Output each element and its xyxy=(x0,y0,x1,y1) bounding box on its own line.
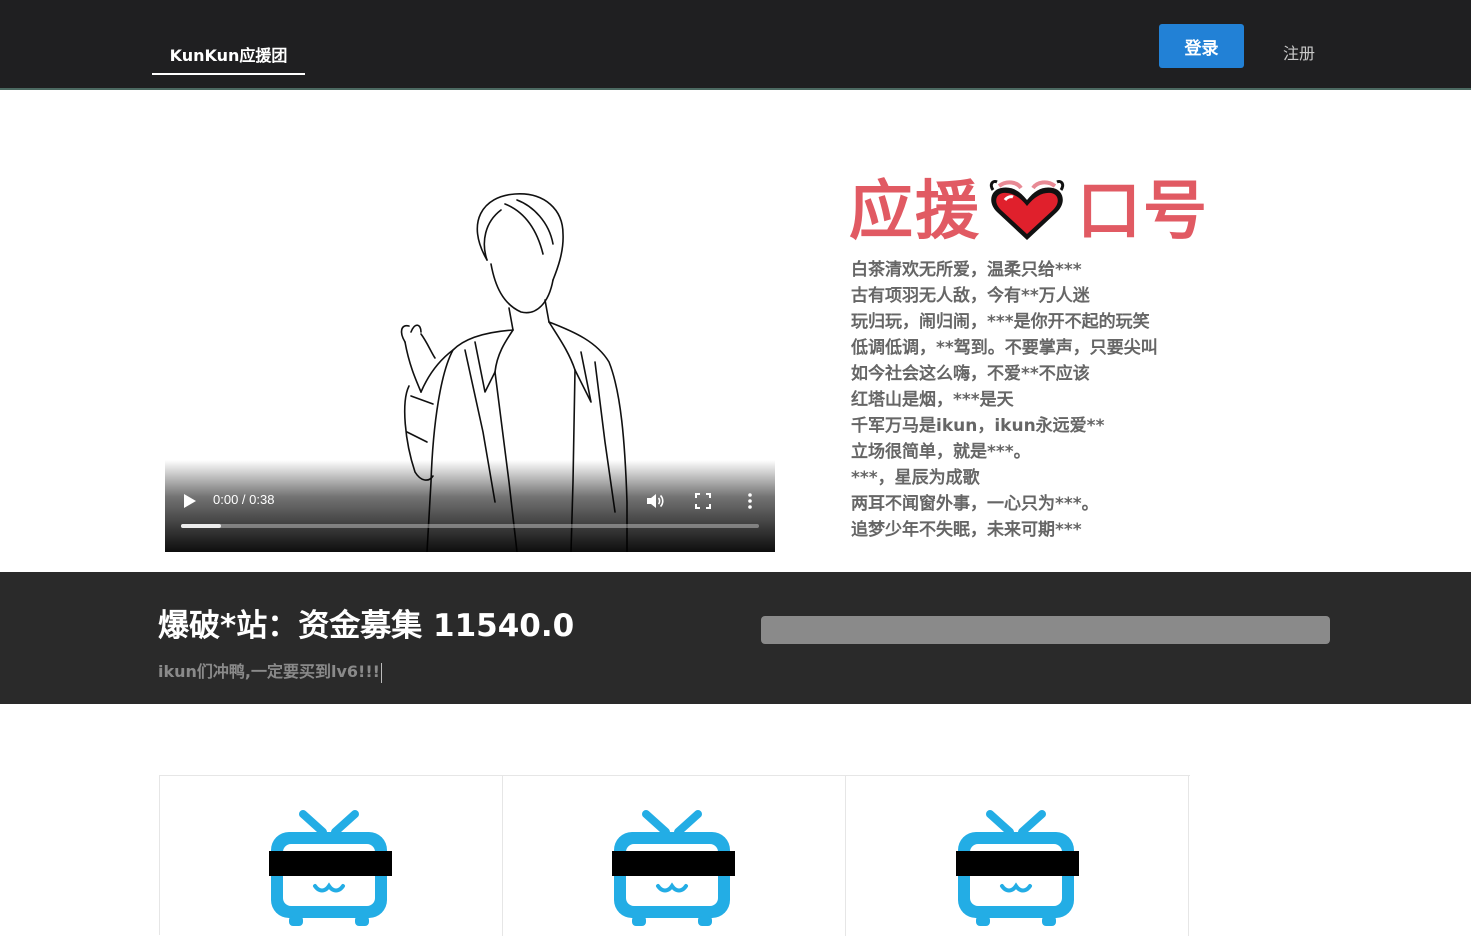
video-time-readout: 0:00 / 0:38 xyxy=(213,492,275,507)
fullscreen-icon[interactable] xyxy=(695,493,711,509)
brand-nav-link[interactable]: KunKun应援团 xyxy=(152,38,305,75)
top-navbar: KunKun应援团 登录 注册 xyxy=(0,0,1471,90)
slogan-line: 红塔山是烟，***是天 xyxy=(851,390,1014,410)
funding-progress-bar xyxy=(761,616,1330,644)
card-item[interactable] xyxy=(160,776,503,936)
card-item[interactable] xyxy=(846,776,1189,936)
slogan-line: 白茶清欢无所爱，温柔只给*** xyxy=(851,260,1082,280)
slogan-line: 立场很简单，就是***。 xyxy=(851,442,1031,462)
redaction-bar xyxy=(956,851,1079,876)
slogan-title-left: 应援 xyxy=(849,175,981,249)
slogan-line: 两耳不闻窗外事，一心只为***。 xyxy=(851,494,1099,514)
video-player[interactable]: 0:00 / 0:38 xyxy=(165,182,775,552)
register-link[interactable]: 注册 xyxy=(1283,40,1315,64)
play-icon[interactable] xyxy=(183,493,197,509)
slogan-line: 追梦少年不失眠，未来可期*** xyxy=(851,520,1082,540)
more-options-icon[interactable] xyxy=(745,491,755,511)
slogan-title-right: 口号 xyxy=(1077,175,1209,249)
slogan-line: ***，星辰为成歌 xyxy=(851,468,980,488)
slogan-heading: 应援 口号 xyxy=(849,172,1219,252)
redaction-bar xyxy=(269,851,392,876)
login-button[interactable]: 登录 xyxy=(1159,24,1244,68)
funding-subtitle-text: ikun们冲鸭,一定要买到lv6!!! xyxy=(158,662,380,681)
slogan-line: 低调低调，**驾到。不要掌声，只要尖叫 xyxy=(851,338,1158,358)
funding-subtitle: ikun们冲鸭,一定要买到lv6!!! xyxy=(158,658,382,683)
slogan-line: 如今社会这么嗨，不爱**不应该 xyxy=(851,364,1090,384)
redaction-bar xyxy=(612,851,735,876)
video-progress-bar[interactable] xyxy=(181,524,759,528)
video-controls-bar: 0:00 / 0:38 xyxy=(165,460,775,552)
heart-icon xyxy=(989,180,1065,240)
slogan-line: 千军万马是ikun，ikun永远爱** xyxy=(851,416,1105,436)
video-progress-fill xyxy=(181,524,222,528)
card-item[interactable] xyxy=(503,776,846,936)
card-row xyxy=(159,775,1190,936)
text-cursor xyxy=(380,662,382,683)
slogan-list: 白茶清欢无所爱，温柔只给*** 古有项羽无人敌，今有**万人迷 玩归玩，闹归闹，… xyxy=(851,257,1211,543)
funding-title: 爆破*站：资金募集 11540.0 xyxy=(158,608,575,644)
slogan-line: 玩归玩，闹归闹，***是你开不起的玩笑 xyxy=(851,312,1150,332)
funding-banner: 爆破*站：资金募集 11540.0 ikun们冲鸭,一定要买到lv6!!! xyxy=(0,572,1471,704)
volume-icon[interactable] xyxy=(645,491,665,511)
slogan-line: 古有项羽无人敌，今有**万人迷 xyxy=(851,286,1090,306)
